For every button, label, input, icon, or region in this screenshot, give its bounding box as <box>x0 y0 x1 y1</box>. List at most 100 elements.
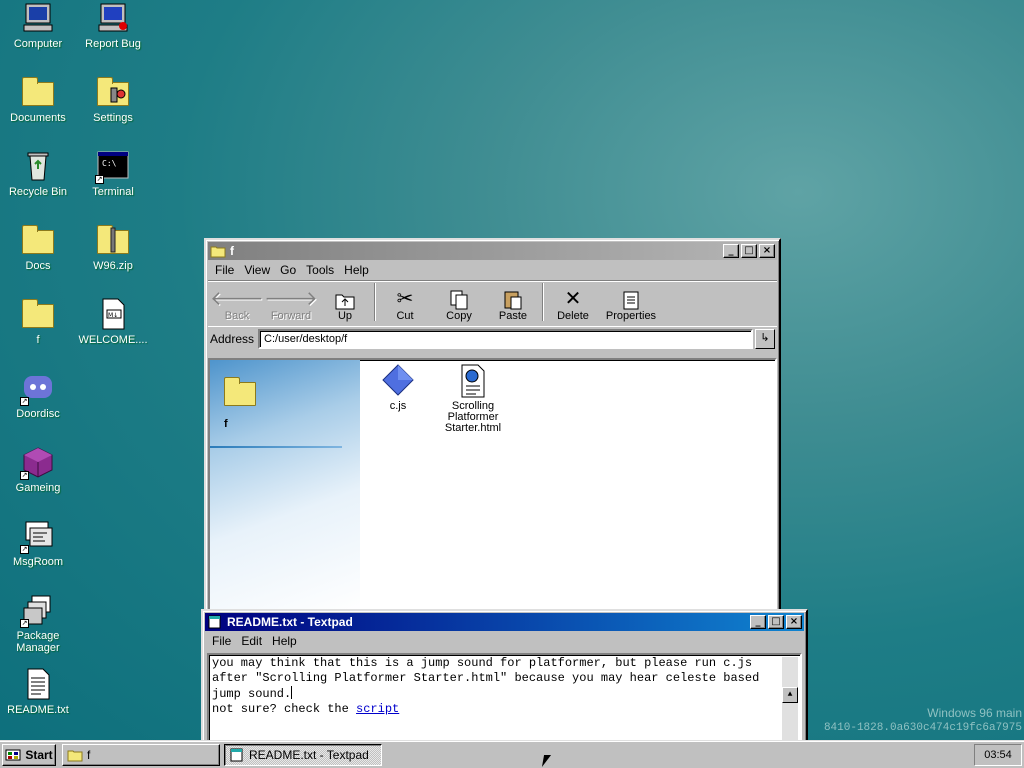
desktop-icon-computer[interactable]: Computer <box>1 2 75 50</box>
desktop-icon-report-bug[interactable]: Report Bug <box>76 2 150 50</box>
up-label: Up <box>337 310 353 322</box>
go-button[interactable]: ↳ <box>755 328 775 349</box>
vertical-scrollbar[interactable]: ▲ <box>782 657 798 741</box>
menu-help[interactable]: Help <box>267 634 302 648</box>
panel-divider <box>210 446 342 448</box>
zip-folder-icon <box>97 224 129 256</box>
desktop-icon-terminal[interactable]: C:\ ↗ Terminal <box>76 150 150 198</box>
desktop-icon-readme[interactable]: README.txt <box>1 668 75 716</box>
close-button[interactable]: × <box>786 615 802 629</box>
back-label: Back <box>224 310 250 322</box>
properties-label: Properties <box>605 310 657 322</box>
menu-go[interactable]: Go <box>275 263 301 277</box>
text-caret <box>291 686 293 699</box>
textpad-window[interactable]: README.txt - Textpad _ □ × File Edit Hel… <box>201 609 808 749</box>
maximize-button[interactable]: □ <box>741 244 757 258</box>
task-label: f <box>87 747 91 762</box>
desktop-icon-label: f <box>36 334 40 346</box>
explorer-titlebar[interactable]: f _ □ × <box>208 242 777 260</box>
msgroom-icon: ↗ <box>20 520 54 554</box>
address-label: Address <box>210 331 255 346</box>
textpad-menubar: File Edit Help <box>205 631 804 651</box>
desktop-icon-label: WELCOME.... <box>78 334 148 346</box>
scroll-up-arrow-icon[interactable]: ▲ <box>782 687 798 703</box>
desktop-icon-label: README.txt <box>7 704 69 716</box>
forward-arrow-icon: 🡒 <box>264 286 318 310</box>
text-editor[interactable]: you may think that this is a jump sound … <box>207 653 802 743</box>
desktop-icon-doordisc[interactable]: ↗ Doordisc <box>1 372 75 420</box>
desktop-icon-label: Documents <box>10 112 66 124</box>
properties-icon <box>600 286 662 310</box>
task-explorer-f[interactable]: f <box>62 743 220 766</box>
desktop-icon-package-manager[interactable]: ↗ Package Manager <box>1 594 75 654</box>
taskbar: Start f README.txt - Textpad 03:54 <box>0 740 1024 768</box>
folder-icon <box>67 748 83 762</box>
desktop-icon-label: Package Manager <box>16 630 60 654</box>
desktop-icon-label: W96.zip <box>93 260 133 272</box>
properties-button[interactable]: Properties <box>600 286 662 322</box>
copy-button[interactable]: Copy <box>432 286 486 322</box>
watermark-build-hash: 8410-1828.0a630c474c19fc6a7975 <box>823 722 1022 734</box>
recycle-bin-icon <box>22 150 54 182</box>
menu-help[interactable]: Help <box>339 263 374 277</box>
task-textpad[interactable]: README.txt - Textpad <box>224 743 382 766</box>
script-link[interactable]: script <box>356 702 399 716</box>
forward-button[interactable]: 🡒 Forward <box>264 286 318 322</box>
folder-info-panel: f <box>210 360 360 612</box>
delete-x-icon: ✕ <box>564 286 582 310</box>
desktop-icon-welcome[interactable]: M↓ WELCOME.... <box>76 298 150 346</box>
desktop-icon-w96-zip[interactable]: W96.zip <box>76 224 150 272</box>
back-button[interactable]: 🡐 Back <box>210 286 264 322</box>
desktop-icon-label: Docs <box>25 260 51 272</box>
menu-tools[interactable]: Tools <box>301 263 339 277</box>
notepad-icon <box>207 615 223 629</box>
minimize-button[interactable]: _ <box>750 615 766 629</box>
copy-label: Copy <box>446 310 472 322</box>
menu-file[interactable]: File <box>207 634 236 648</box>
desktop-icon-label: MsgRoom <box>12 556 64 568</box>
folder-icon <box>22 298 54 330</box>
markdown-file-icon: M↓ <box>97 298 129 330</box>
menu-view[interactable]: View <box>239 263 275 277</box>
svg-text:C:\: C:\ <box>102 159 117 168</box>
scissors-icon: ✂ <box>396 286 414 310</box>
start-button[interactable]: Start <box>2 743 56 766</box>
cut-button[interactable]: ✂ Cut <box>378 286 432 322</box>
minimize-button[interactable]: _ <box>723 244 739 258</box>
paste-icon <box>486 286 540 310</box>
cube-icon: ↗ <box>20 446 54 480</box>
menu-file[interactable]: File <box>210 263 239 277</box>
close-button[interactable]: × <box>759 244 775 258</box>
system-tray-clock[interactable]: 03:54 <box>974 743 1022 766</box>
desktop-icon-label: Recycle Bin <box>8 186 68 198</box>
maximize-button[interactable]: □ <box>768 615 784 629</box>
toolbar-separator <box>542 282 544 321</box>
up-button[interactable]: Up <box>318 286 372 322</box>
desktop-icon-msgroom[interactable]: ↗ MsgRoom <box>1 520 75 568</box>
file-item-c-js[interactable]: c.js <box>363 364 433 412</box>
build-watermark: Windows 96 main 8410-1828.0a630c474c19fc… <box>824 706 1022 736</box>
desktop-icon-label: Computer <box>13 38 63 50</box>
text-line: jump sound. <box>212 687 292 701</box>
explorer-window[interactable]: f _ □ × File View Go Tools Help 🡐 Back 🡒… <box>204 238 781 618</box>
folder-icon <box>210 244 226 258</box>
paste-button[interactable]: Paste <box>486 286 540 322</box>
desktop-icon-settings[interactable]: Settings <box>76 76 150 124</box>
explorer-menubar: File View Go Tools Help <box>208 260 777 280</box>
notepad-icon <box>229 748 245 762</box>
textpad-titlebar[interactable]: README.txt - Textpad _ □ × <box>205 613 804 631</box>
desktop-icon-documents[interactable]: Documents <box>1 76 75 124</box>
file-view[interactable]: f c.js Scrolling Platformer Starter.html <box>208 358 777 614</box>
desktop-icon-label: Report Bug <box>85 38 141 50</box>
file-item-scrolling-platformer[interactable]: Scrolling Platformer Starter.html <box>438 364 508 434</box>
toolbar-separator <box>374 282 376 321</box>
delete-button[interactable]: ✕ Delete <box>546 286 600 322</box>
desktop-icon-f[interactable]: f <box>1 298 75 346</box>
desktop-icon-recycle-bin[interactable]: Recycle Bin <box>1 150 75 198</box>
go-arrow-icon: ↳ <box>760 331 770 344</box>
desktop-icon-docs[interactable]: Docs <box>1 224 75 272</box>
address-input[interactable]: C:/user/desktop/f <box>258 328 753 349</box>
desktop-icon-gameing[interactable]: ↗ Gameing <box>1 446 75 494</box>
menu-edit[interactable]: Edit <box>236 634 267 648</box>
settings-icon <box>97 76 129 108</box>
